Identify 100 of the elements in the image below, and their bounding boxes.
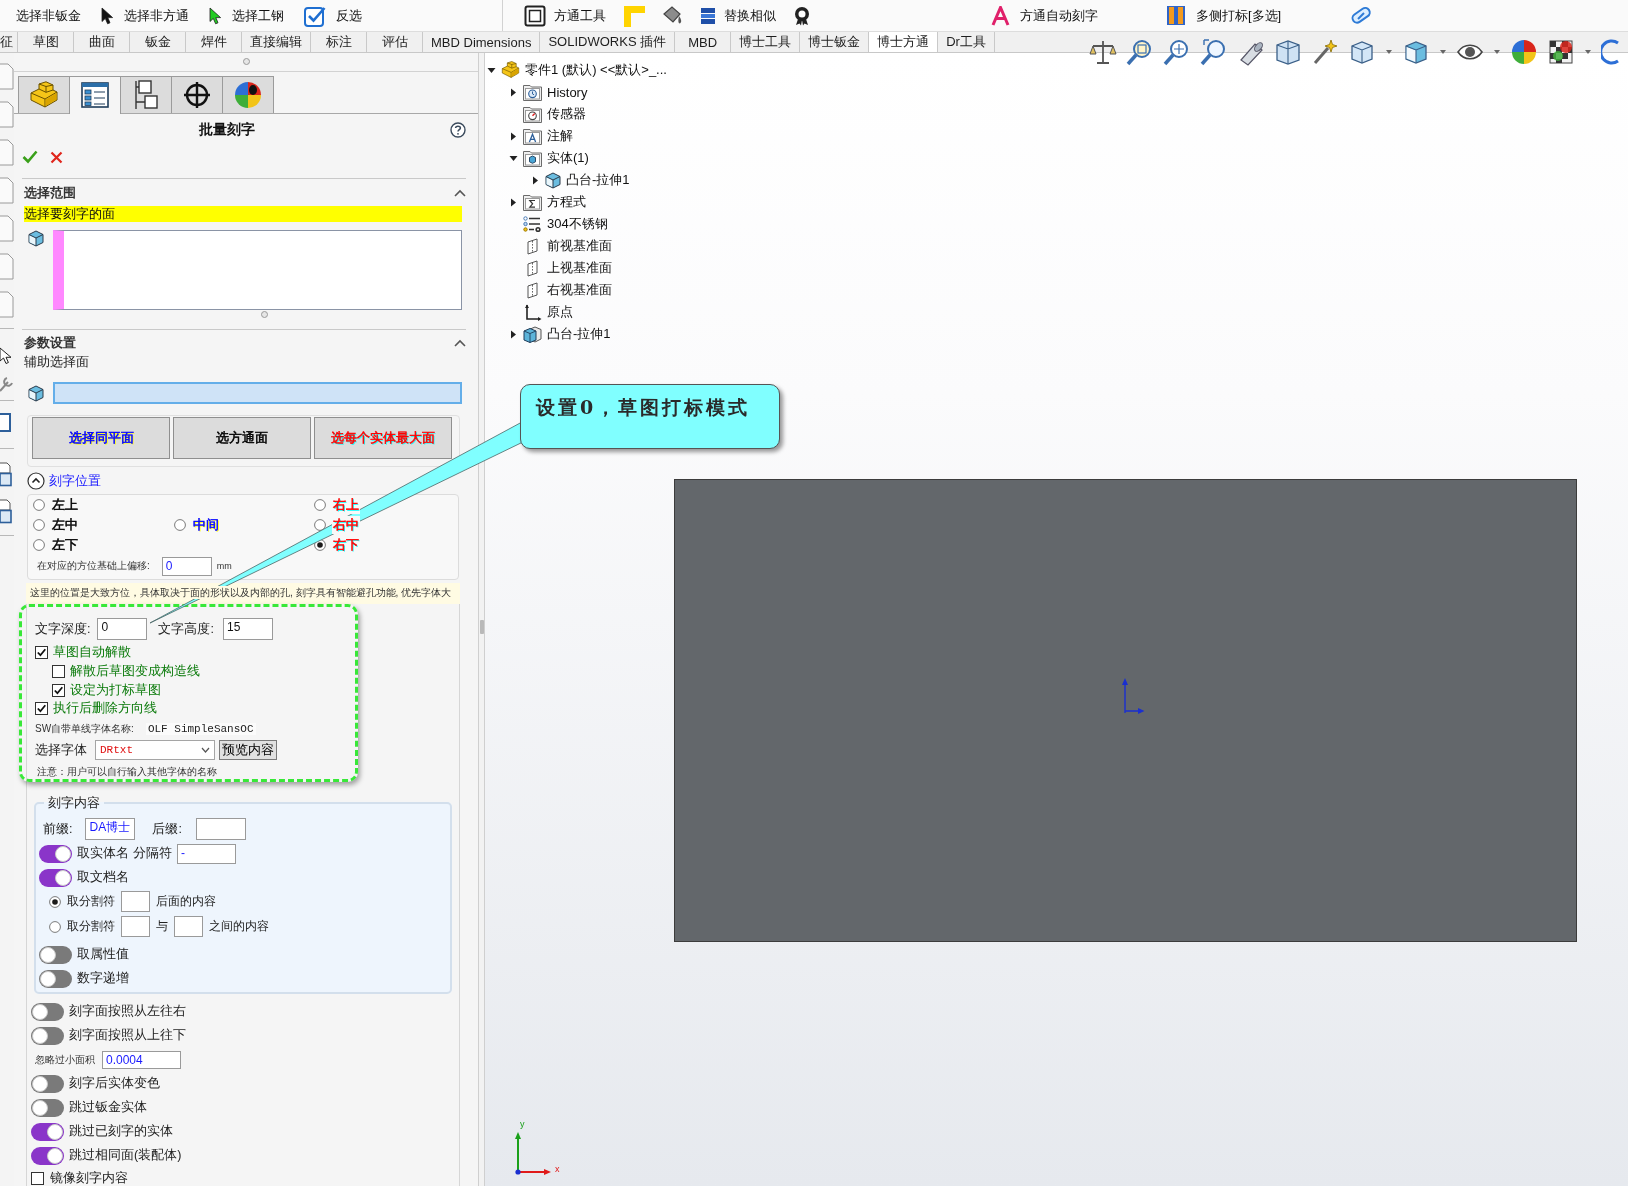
checkbox[interactable] [52,665,65,679]
wand-icon[interactable] [1311,38,1339,66]
toolbar-button[interactable]: 反选 [304,2,362,29]
separator-input[interactable]: - [177,843,236,864]
depth-input[interactable]: 0 [97,618,148,641]
tree-item[interactable]: 注解 [523,127,573,145]
magnifier-icon[interactable] [1126,38,1154,66]
face-selection-field[interactable] [53,382,462,405]
magnifier-icon[interactable] [1163,38,1191,66]
close-icon[interactable] [50,150,63,164]
font-select[interactable]: DRtxt [95,740,215,760]
toolbar-button[interactable]: 多侧打标[多选] [1166,2,1282,29]
toggle-switch[interactable] [31,1098,64,1117]
ribbon-tab[interactable]: 标注 [311,32,367,52]
caret-icon[interactable] [508,131,518,141]
toggle-switch[interactable] [39,844,72,863]
caret-icon[interactable] [508,197,518,207]
tree-item[interactable]: 方程式 [523,193,586,211]
ribbon-tab[interactable]: 草图 [18,32,74,52]
collapse-icon[interactable] [27,472,45,491]
toggle-switch[interactable] [31,1002,64,1021]
ribbon-tab[interactable]: MBD [675,32,732,52]
tree-item[interactable]: 实体(1) [523,149,589,167]
toggle-switch[interactable] [39,945,72,964]
toggle-switch[interactable] [39,969,72,988]
color-sphere-icon[interactable] [1510,38,1538,66]
toggle-switch[interactable] [39,868,72,887]
ribbon-tab[interactable]: 焊件 [186,32,242,52]
toggle-switch[interactable] [31,1026,64,1045]
radio-button[interactable] [314,499,326,512]
tree-item[interactable]: History [523,83,588,101]
ribbon-tab[interactable]: MBD Dimensions [423,32,541,52]
chevron-up-icon[interactable] [454,188,466,197]
toolbar-button[interactable]: 选择非钣金 [16,2,81,29]
toolbar-button[interactable]: 选择非方通 [101,2,189,29]
chevron-up-icon[interactable] [454,339,466,348]
ribbon-tab[interactable]: 曲面 [74,32,130,52]
arc-icon[interactable] [1601,38,1619,66]
toggle-switch[interactable] [31,1122,64,1141]
face-select-button[interactable]: 选方通面 [173,417,311,460]
splitter-handle[interactable] [479,620,484,634]
wrench-icon[interactable] [0,376,13,392]
ribbon-tab[interactable]: SOLIDWORKS 插件 [540,32,676,52]
radio-button[interactable] [33,519,45,532]
tree-item[interactable]: 传感器 [523,105,586,123]
tree-item[interactable]: 凸台-拉伸1 [545,171,630,189]
radio-button[interactable] [33,539,45,552]
caret-icon[interactable] [486,65,496,75]
min-area-input[interactable]: 0.0004 [102,1050,181,1069]
checkbox[interactable] [35,646,48,660]
ribbon-tab[interactable]: 评估 [367,32,423,52]
preview-button[interactable]: 预览内容 [219,740,277,760]
checkbox[interactable] [52,683,65,697]
tree-item[interactable]: 零件1 (默认) <<默认>_... [501,61,667,79]
paint-bucket-icon[interactable] [662,5,683,26]
face-select-button[interactable]: 选择同平面 [32,417,170,460]
ribbon-tab[interactable]: 博士方通 [869,32,939,52]
bracket-icon[interactable] [0,413,12,432]
height-input[interactable]: 15 [222,618,273,641]
caret-icon[interactable] [530,175,540,185]
radio-button[interactable] [33,499,45,512]
toggle-switch[interactable] [31,1146,64,1165]
delimiter-input[interactable] [121,916,150,937]
toolbar-button[interactable]: 方通自动刻字 [991,2,1098,29]
caret-icon[interactable] [508,153,518,163]
panel-tab[interactable] [171,75,223,113]
prefix-input[interactable]: DA博士 [85,818,136,840]
caret-icon[interactable] [508,87,518,97]
tree-item[interactable]: 右视基准面 [523,281,612,299]
caret-icon[interactable] [508,329,518,339]
radio-button[interactable] [49,895,61,908]
delimiter-input[interactable] [121,891,150,912]
offset-input[interactable]: 0 [161,556,212,576]
ribbon-tab[interactable]: 直接编辑 [242,32,311,52]
check-icon[interactable] [22,150,38,165]
tree-item[interactable]: 上视基准面 [523,259,612,277]
toolbar-button[interactable]: 选择工钢 [209,2,284,29]
caret-icon[interactable] [201,747,210,753]
ribbon-tab[interactable]: 钣金 [130,32,186,52]
checkbox[interactable] [31,1171,44,1185]
ribbon-tab[interactable]: Dr工具 [938,32,995,52]
document-icon[interactable] [0,498,12,524]
resize-handle[interactable] [260,311,268,319]
ribbon-tab[interactable]: 征 [0,32,18,52]
ribbon-tab[interactable]: 博士工具 [731,32,801,52]
suffix-input[interactable] [195,818,246,840]
radio-button[interactable] [174,519,186,532]
toolbar-button[interactable]: 替换相似 [700,2,776,29]
toolbar-button[interactable]: 方通工具 [524,2,606,29]
magnifier-icon[interactable] [1200,38,1228,66]
toggle-switch[interactable] [31,1074,64,1093]
tree-item[interactable]: 原点 [523,303,573,321]
balance-scale-icon[interactable] [1089,38,1117,66]
checkbox[interactable] [35,702,48,716]
tree-item[interactable]: 前视基准面 [523,237,612,255]
radio-button[interactable] [314,519,326,532]
face-selection-list[interactable] [53,229,462,310]
tree-item[interactable]: 凸台-拉伸1 [523,325,611,343]
panel-tab[interactable] [69,75,121,114]
document-icon[interactable] [0,461,12,487]
